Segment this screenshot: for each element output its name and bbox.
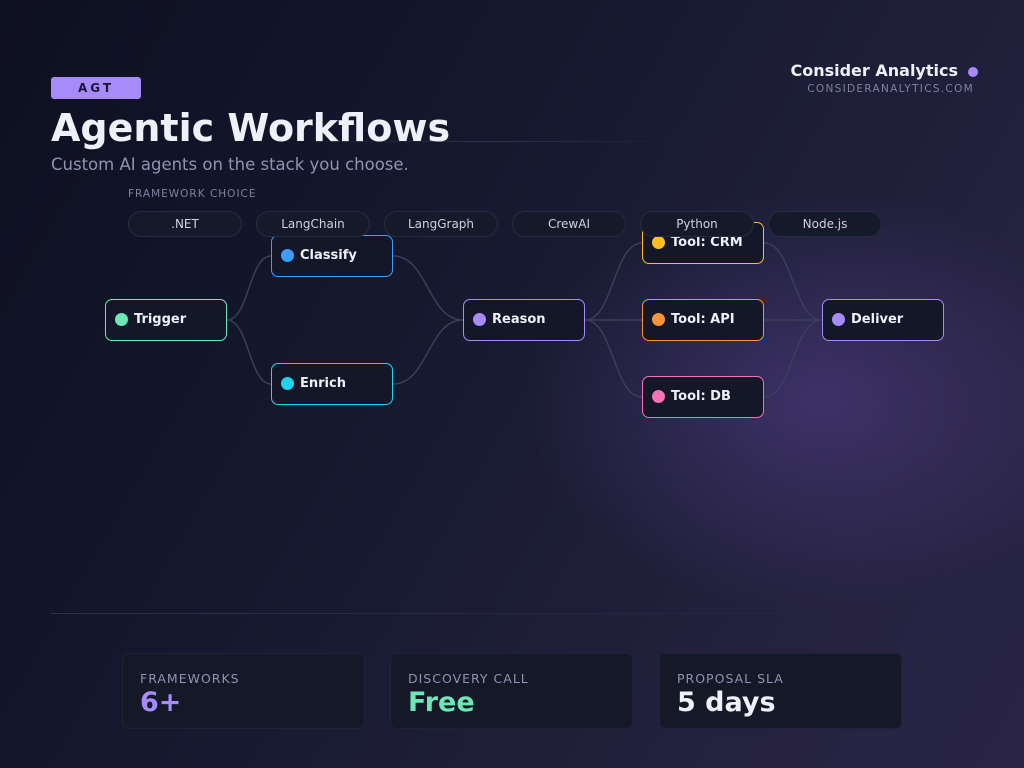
node-enrich-label: Enrich <box>300 376 346 391</box>
node-deliver[interactable]: Deliver <box>822 299 944 341</box>
trigger-status-dot-icon <box>115 313 128 326</box>
node-reason[interactable]: Reason <box>463 299 585 341</box>
node-classify[interactable]: Classify <box>271 235 393 277</box>
edge-enrich-to-reason <box>392 319 464 385</box>
framework-chip-dotnet[interactable]: .NET <box>128 211 242 237</box>
node-enrich[interactable]: Enrich <box>271 363 393 405</box>
node-classify-label: Classify <box>300 248 357 263</box>
edge-classify-to-reason <box>392 255 464 321</box>
node-tool-api[interactable]: Tool: API <box>642 299 764 341</box>
node-tool-db-label: Tool: DB <box>671 389 731 404</box>
framework-chip-langgraph[interactable]: LangGraph <box>384 211 498 237</box>
edge-reason-to-tool_db <box>584 319 643 398</box>
framework-chip-nodejs[interactable]: Node.js <box>768 211 882 237</box>
tool-crm-status-dot-icon <box>652 236 665 249</box>
node-trigger[interactable]: Trigger <box>105 299 227 341</box>
edge-tool_crm-to-deliver <box>763 242 823 321</box>
edge-trigger-to-enrich <box>226 319 272 385</box>
edge-reason-to-tool_crm <box>584 242 643 321</box>
node-tool-db[interactable]: Tool: DB <box>642 376 764 418</box>
node-tool-api-label: Tool: API <box>671 312 735 327</box>
tool-db-status-dot-icon <box>652 390 665 403</box>
framework-chip-langchain[interactable]: LangChain <box>256 211 370 237</box>
classify-status-dot-icon <box>281 249 294 262</box>
framework-chip-python[interactable]: Python <box>640 211 754 237</box>
workflow-edges <box>226 242 823 398</box>
edge-trigger-to-classify <box>226 255 272 321</box>
tool-api-status-dot-icon <box>652 313 665 326</box>
reason-status-dot-icon <box>473 313 486 326</box>
node-trigger-label: Trigger <box>134 312 187 327</box>
edge-tool_db-to-deliver <box>763 319 823 398</box>
node-reason-label: Reason <box>492 312 546 327</box>
deliver-status-dot-icon <box>832 313 845 326</box>
framework-chip-crewai[interactable]: CrewAI <box>512 211 626 237</box>
enrich-status-dot-icon <box>281 377 294 390</box>
node-deliver-label: Deliver <box>851 312 904 327</box>
